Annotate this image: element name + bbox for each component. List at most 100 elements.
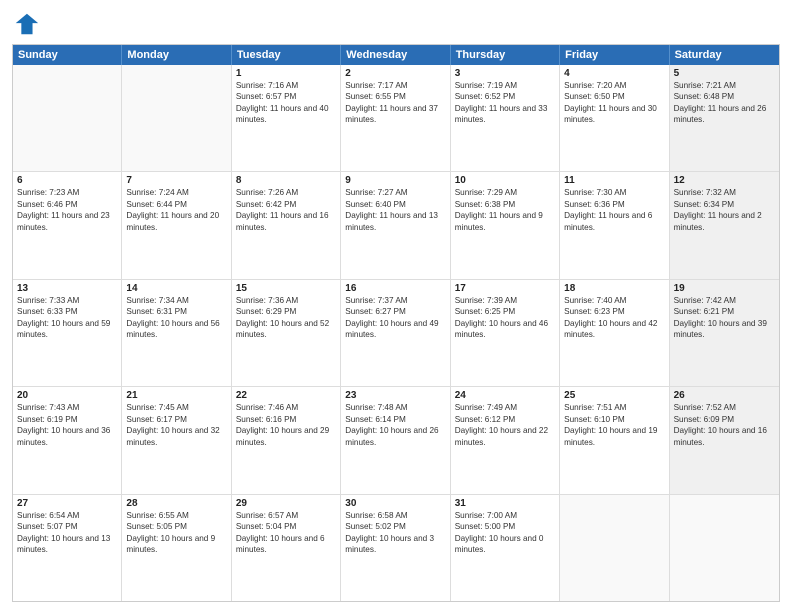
daylight-text: Daylight: 10 hours and 36 minutes. bbox=[17, 425, 117, 448]
sunset-text: Sunset: 6:17 PM bbox=[126, 414, 226, 425]
sunrise-text: Sunrise: 7:37 AM bbox=[345, 295, 445, 306]
daylight-text: Daylight: 10 hours and 52 minutes. bbox=[236, 318, 336, 341]
sunset-text: Sunset: 6:42 PM bbox=[236, 199, 336, 210]
logo bbox=[12, 10, 44, 38]
calendar-cell: 15Sunrise: 7:36 AMSunset: 6:29 PMDayligh… bbox=[232, 280, 341, 386]
daylight-text: Daylight: 10 hours and 3 minutes. bbox=[345, 533, 445, 556]
sunset-text: Sunset: 5:07 PM bbox=[17, 521, 117, 532]
day-number: 8 bbox=[236, 175, 336, 186]
weekday-header: Thursday bbox=[451, 45, 560, 65]
daylight-text: Daylight: 11 hours and 2 minutes. bbox=[674, 210, 775, 233]
day-number: 27 bbox=[17, 498, 117, 509]
calendar-cell: 4Sunrise: 7:20 AMSunset: 6:50 PMDaylight… bbox=[560, 65, 669, 171]
weekday-header: Tuesday bbox=[232, 45, 341, 65]
day-number: 16 bbox=[345, 283, 445, 294]
day-number: 13 bbox=[17, 283, 117, 294]
day-number: 24 bbox=[455, 390, 555, 401]
daylight-text: Daylight: 10 hours and 26 minutes. bbox=[345, 425, 445, 448]
sunrise-text: Sunrise: 7:00 AM bbox=[455, 510, 555, 521]
sunrise-text: Sunrise: 7:48 AM bbox=[345, 402, 445, 413]
day-number: 11 bbox=[564, 175, 664, 186]
sunrise-text: Sunrise: 7:32 AM bbox=[674, 187, 775, 198]
day-number: 5 bbox=[674, 68, 775, 79]
sunset-text: Sunset: 6:50 PM bbox=[564, 91, 664, 102]
sunset-text: Sunset: 5:02 PM bbox=[345, 521, 445, 532]
sunrise-text: Sunrise: 7:34 AM bbox=[126, 295, 226, 306]
daylight-text: Daylight: 10 hours and 42 minutes. bbox=[564, 318, 664, 341]
daylight-text: Daylight: 10 hours and 32 minutes. bbox=[126, 425, 226, 448]
calendar-cell bbox=[13, 65, 122, 171]
day-number: 19 bbox=[674, 283, 775, 294]
calendar-cell bbox=[560, 495, 669, 601]
calendar-cell: 20Sunrise: 7:43 AMSunset: 6:19 PMDayligh… bbox=[13, 387, 122, 493]
day-number: 12 bbox=[674, 175, 775, 186]
sunset-text: Sunset: 6:12 PM bbox=[455, 414, 555, 425]
calendar-cell: 17Sunrise: 7:39 AMSunset: 6:25 PMDayligh… bbox=[451, 280, 560, 386]
sunset-text: Sunset: 6:31 PM bbox=[126, 306, 226, 317]
day-number: 28 bbox=[126, 498, 226, 509]
weekday-header: Sunday bbox=[13, 45, 122, 65]
day-number: 22 bbox=[236, 390, 336, 401]
daylight-text: Daylight: 10 hours and 46 minutes. bbox=[455, 318, 555, 341]
sunrise-text: Sunrise: 7:46 AM bbox=[236, 402, 336, 413]
sunrise-text: Sunrise: 7:30 AM bbox=[564, 187, 664, 198]
calendar-cell: 24Sunrise: 7:49 AMSunset: 6:12 PMDayligh… bbox=[451, 387, 560, 493]
sunrise-text: Sunrise: 7:45 AM bbox=[126, 402, 226, 413]
calendar-cell: 13Sunrise: 7:33 AMSunset: 6:33 PMDayligh… bbox=[13, 280, 122, 386]
sunset-text: Sunset: 6:38 PM bbox=[455, 199, 555, 210]
calendar-cell: 18Sunrise: 7:40 AMSunset: 6:23 PMDayligh… bbox=[560, 280, 669, 386]
header bbox=[12, 10, 780, 38]
calendar-row: 6Sunrise: 7:23 AMSunset: 6:46 PMDaylight… bbox=[13, 172, 779, 279]
sunrise-text: Sunrise: 6:57 AM bbox=[236, 510, 336, 521]
daylight-text: Daylight: 10 hours and 16 minutes. bbox=[674, 425, 775, 448]
sunrise-text: Sunrise: 7:52 AM bbox=[674, 402, 775, 413]
calendar-cell: 19Sunrise: 7:42 AMSunset: 6:21 PMDayligh… bbox=[670, 280, 779, 386]
sunset-text: Sunset: 5:05 PM bbox=[126, 521, 226, 532]
calendar-body: 1Sunrise: 7:16 AMSunset: 6:57 PMDaylight… bbox=[13, 65, 779, 601]
sunset-text: Sunset: 6:29 PM bbox=[236, 306, 336, 317]
sunset-text: Sunset: 6:16 PM bbox=[236, 414, 336, 425]
calendar-cell bbox=[122, 65, 231, 171]
day-number: 14 bbox=[126, 283, 226, 294]
calendar-row: 13Sunrise: 7:33 AMSunset: 6:33 PMDayligh… bbox=[13, 280, 779, 387]
daylight-text: Daylight: 11 hours and 16 minutes. bbox=[236, 210, 336, 233]
daylight-text: Daylight: 11 hours and 33 minutes. bbox=[455, 103, 555, 126]
daylight-text: Daylight: 10 hours and 19 minutes. bbox=[564, 425, 664, 448]
calendar-cell: 9Sunrise: 7:27 AMSunset: 6:40 PMDaylight… bbox=[341, 172, 450, 278]
sunrise-text: Sunrise: 7:26 AM bbox=[236, 187, 336, 198]
sunrise-text: Sunrise: 7:33 AM bbox=[17, 295, 117, 306]
daylight-text: Daylight: 11 hours and 9 minutes. bbox=[455, 210, 555, 233]
weekday-header: Friday bbox=[560, 45, 669, 65]
calendar-cell: 6Sunrise: 7:23 AMSunset: 6:46 PMDaylight… bbox=[13, 172, 122, 278]
calendar-cell: 31Sunrise: 7:00 AMSunset: 5:00 PMDayligh… bbox=[451, 495, 560, 601]
calendar-row: 20Sunrise: 7:43 AMSunset: 6:19 PMDayligh… bbox=[13, 387, 779, 494]
calendar-cell: 1Sunrise: 7:16 AMSunset: 6:57 PMDaylight… bbox=[232, 65, 341, 171]
daylight-text: Daylight: 10 hours and 49 minutes. bbox=[345, 318, 445, 341]
day-number: 26 bbox=[674, 390, 775, 401]
sunset-text: Sunset: 6:27 PM bbox=[345, 306, 445, 317]
sunset-text: Sunset: 6:44 PM bbox=[126, 199, 226, 210]
day-number: 6 bbox=[17, 175, 117, 186]
calendar-row: 1Sunrise: 7:16 AMSunset: 6:57 PMDaylight… bbox=[13, 65, 779, 172]
sunrise-text: Sunrise: 7:49 AM bbox=[455, 402, 555, 413]
calendar-cell: 10Sunrise: 7:29 AMSunset: 6:38 PMDayligh… bbox=[451, 172, 560, 278]
sunrise-text: Sunrise: 6:55 AM bbox=[126, 510, 226, 521]
day-number: 4 bbox=[564, 68, 664, 79]
sunrise-text: Sunrise: 7:51 AM bbox=[564, 402, 664, 413]
daylight-text: Daylight: 10 hours and 6 minutes. bbox=[236, 533, 336, 556]
page: SundayMondayTuesdayWednesdayThursdayFrid… bbox=[0, 0, 792, 612]
daylight-text: Daylight: 10 hours and 0 minutes. bbox=[455, 533, 555, 556]
sunset-text: Sunset: 6:25 PM bbox=[455, 306, 555, 317]
day-number: 1 bbox=[236, 68, 336, 79]
sunset-text: Sunset: 6:21 PM bbox=[674, 306, 775, 317]
sunrise-text: Sunrise: 7:19 AM bbox=[455, 80, 555, 91]
day-number: 17 bbox=[455, 283, 555, 294]
sunrise-text: Sunrise: 7:27 AM bbox=[345, 187, 445, 198]
daylight-text: Daylight: 11 hours and 30 minutes. bbox=[564, 103, 664, 126]
sunset-text: Sunset: 6:19 PM bbox=[17, 414, 117, 425]
calendar-cell: 14Sunrise: 7:34 AMSunset: 6:31 PMDayligh… bbox=[122, 280, 231, 386]
daylight-text: Daylight: 11 hours and 6 minutes. bbox=[564, 210, 664, 233]
sunset-text: Sunset: 6:14 PM bbox=[345, 414, 445, 425]
daylight-text: Daylight: 10 hours and 39 minutes. bbox=[674, 318, 775, 341]
calendar-cell: 26Sunrise: 7:52 AMSunset: 6:09 PMDayligh… bbox=[670, 387, 779, 493]
